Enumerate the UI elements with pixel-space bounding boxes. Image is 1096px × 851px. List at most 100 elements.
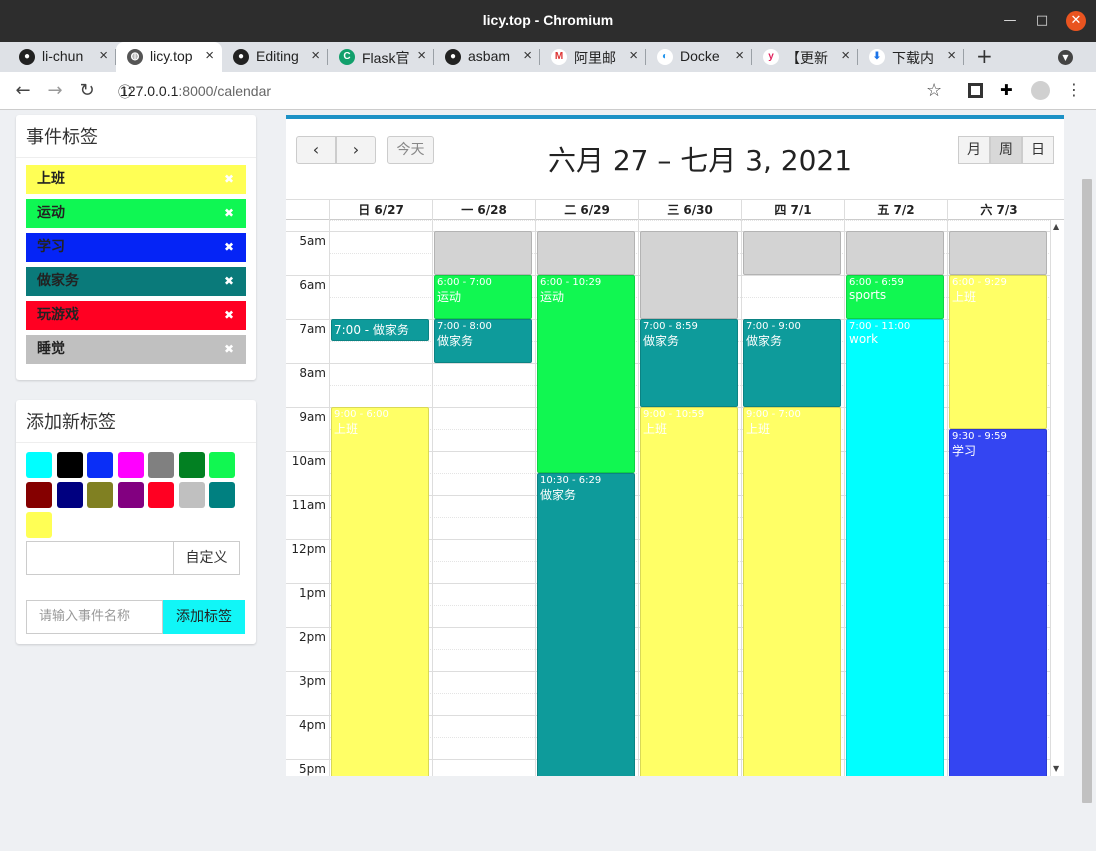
tab-close-icon[interactable]: × bbox=[629, 47, 638, 64]
view-2[interactable]: 日 bbox=[1022, 136, 1054, 164]
scroll-down-icon[interactable]: ▼ bbox=[1053, 764, 1059, 773]
color-swatch[interactable] bbox=[26, 482, 52, 508]
tag-item[interactable]: 上班 ✖ bbox=[26, 165, 246, 194]
color-swatch[interactable] bbox=[178, 482, 205, 508]
tab-close-icon[interactable]: × bbox=[311, 47, 320, 64]
tab-4[interactable]: ● asbam × bbox=[434, 42, 540, 72]
tab-close-icon[interactable]: × bbox=[947, 47, 956, 64]
tab-close-icon[interactable]: × bbox=[735, 47, 744, 64]
calendar-event[interactable] bbox=[640, 231, 738, 319]
day-column-line bbox=[947, 220, 948, 776]
calendar-event[interactable]: 10:30 - 6:29 做家务 bbox=[537, 473, 635, 776]
tab-close-icon[interactable]: × bbox=[417, 47, 426, 64]
color-swatch[interactable] bbox=[56, 482, 83, 508]
reload-icon[interactable]: ↻ bbox=[76, 80, 98, 101]
tag-item[interactable]: 玩游戏 ✖ bbox=[26, 301, 246, 330]
tab-5[interactable]: M 阿里邮 × bbox=[540, 42, 646, 72]
color-swatch[interactable] bbox=[209, 482, 235, 508]
color-swatch[interactable] bbox=[56, 452, 83, 478]
calendar-event[interactable]: 7:00 - 9:00 做家务 bbox=[743, 319, 841, 407]
github-icon: ● bbox=[19, 49, 35, 65]
tab-close-icon[interactable]: × bbox=[841, 47, 850, 64]
prev-week-button[interactable]: ‹ bbox=[296, 136, 336, 164]
tab-close-icon[interactable]: × bbox=[523, 47, 532, 64]
page-scrollbar[interactable] bbox=[1080, 111, 1096, 851]
tab-8[interactable]: ⬇ 下载内 × bbox=[858, 42, 964, 72]
maximize-icon[interactable]: □ bbox=[1032, 11, 1052, 31]
calendar-event[interactable]: 6:00 - 6:59 sports bbox=[846, 275, 944, 319]
back-icon[interactable]: ← bbox=[12, 80, 34, 101]
tab-3[interactable]: C Flask官 × bbox=[328, 42, 434, 72]
color-swatch[interactable] bbox=[148, 482, 174, 508]
calendar-event[interactable] bbox=[537, 231, 635, 275]
today-button[interactable]: 今天 bbox=[387, 136, 434, 164]
color-swatch[interactable] bbox=[87, 452, 113, 478]
calendar-event[interactable] bbox=[743, 231, 841, 275]
color-swatch[interactable] bbox=[26, 452, 52, 478]
tab-0[interactable]: ● li-chun × bbox=[8, 42, 116, 72]
calendar-event[interactable] bbox=[949, 231, 1047, 275]
more-menu-icon[interactable]: ⋮ bbox=[1066, 80, 1082, 99]
color-swatch[interactable] bbox=[209, 452, 235, 478]
calendar-event[interactable]: 9:00 - 6:00 上班 bbox=[331, 407, 429, 776]
tab-close-icon[interactable]: × bbox=[205, 47, 214, 64]
next-week-button[interactable]: › bbox=[336, 136, 376, 164]
color-swatch[interactable] bbox=[178, 452, 205, 478]
tab-7[interactable]: y 【更新 × bbox=[752, 42, 858, 72]
c-icon: C bbox=[339, 49, 355, 65]
calendar-event[interactable]: 6:00 - 7:00 运动 bbox=[434, 275, 532, 319]
calendar-event[interactable]: 9:00 - 7:00 上班 bbox=[743, 407, 841, 776]
page-scroll-thumb[interactable] bbox=[1082, 179, 1092, 803]
address-bar[interactable]: 127.0.0.1:8000/calendar bbox=[120, 83, 271, 99]
tab-1[interactable]: ◍ licy.top × bbox=[116, 42, 222, 72]
minimize-icon[interactable]: — bbox=[1000, 11, 1020, 31]
calendar-event[interactable]: 7:00 - 11:00 work bbox=[846, 319, 944, 776]
color-swatch[interactable] bbox=[117, 482, 144, 508]
tag-item[interactable]: 学习 ✖ bbox=[26, 233, 246, 262]
calendar-event[interactable] bbox=[434, 231, 532, 275]
forward-icon[interactable]: → bbox=[44, 80, 66, 101]
calendar-event[interactable]: 7:00 - 8:00 做家务 bbox=[434, 319, 532, 363]
calendar-event[interactable]: 7:00 - 8:59 做家务 bbox=[640, 319, 738, 407]
tab-search-icon[interactable]: ▼ bbox=[1058, 50, 1073, 65]
tab-2[interactable]: ● Editing × bbox=[222, 42, 328, 72]
calendar-event[interactable]: 7:00 - 做家务 bbox=[331, 319, 429, 341]
custom-color-input[interactable] bbox=[26, 541, 173, 575]
calendar-scrollbar[interactable]: ▲ ▼ bbox=[1051, 220, 1064, 776]
extensions-puzzle-icon[interactable]: ✚ bbox=[1000, 81, 1016, 99]
view-1[interactable]: 周 bbox=[990, 136, 1022, 164]
qr-extension-icon[interactable] bbox=[968, 83, 983, 98]
day-header: 二 6/29 bbox=[535, 200, 638, 220]
color-swatch[interactable] bbox=[26, 512, 52, 538]
add-tag-button[interactable]: 添加标签 bbox=[163, 600, 245, 634]
new-tab-icon[interactable]: + bbox=[976, 44, 993, 68]
delete-tag-icon[interactable]: ✖ bbox=[224, 233, 234, 262]
calendar-event[interactable]: 9:00 - 10:59 上班 bbox=[640, 407, 738, 776]
view-0[interactable]: 月 bbox=[958, 136, 990, 164]
event-name-input[interactable]: 请输入事件名称 bbox=[26, 600, 163, 634]
delete-tag-icon[interactable]: ✖ bbox=[224, 165, 234, 194]
color-swatch[interactable] bbox=[148, 452, 174, 478]
delete-tag-icon[interactable]: ✖ bbox=[224, 335, 234, 364]
tag-item[interactable]: 运动 ✖ bbox=[26, 199, 246, 228]
color-swatch[interactable] bbox=[117, 452, 144, 478]
custom-color-button[interactable]: 自定义 bbox=[173, 541, 240, 575]
delete-tag-icon[interactable]: ✖ bbox=[224, 267, 234, 296]
time-grid[interactable]: 5am 6am 7am 8am 9am 10am 11am 12pm 1pm 2pm 3pm 4pm 5… bbox=[286, 220, 1051, 776]
tag-item[interactable]: 睡觉 ✖ bbox=[26, 335, 246, 364]
close-window-icon[interactable]: ✕ bbox=[1066, 11, 1086, 31]
calendar-event[interactable]: 9:30 - 9:59 学习 bbox=[949, 429, 1047, 776]
tag-label: 运动 bbox=[37, 205, 65, 221]
calendar-event[interactable]: 6:00 - 10:29 运动 bbox=[537, 275, 635, 473]
profile-avatar-icon[interactable] bbox=[1031, 81, 1050, 100]
delete-tag-icon[interactable]: ✖ bbox=[224, 199, 234, 228]
color-swatch[interactable] bbox=[87, 482, 113, 508]
tab-close-icon[interactable]: × bbox=[99, 47, 108, 64]
day-header: 六 7/3 bbox=[947, 200, 1050, 220]
bookmark-star-icon[interactable]: ☆ bbox=[926, 80, 942, 101]
tab-6[interactable]: ◐ Docke × bbox=[646, 42, 752, 72]
calendar-event[interactable]: 6:00 - 9:29 上班 bbox=[949, 275, 1047, 429]
tag-item[interactable]: 做家务 ✖ bbox=[26, 267, 246, 296]
calendar-event[interactable] bbox=[846, 231, 944, 275]
delete-tag-icon[interactable]: ✖ bbox=[224, 301, 234, 330]
